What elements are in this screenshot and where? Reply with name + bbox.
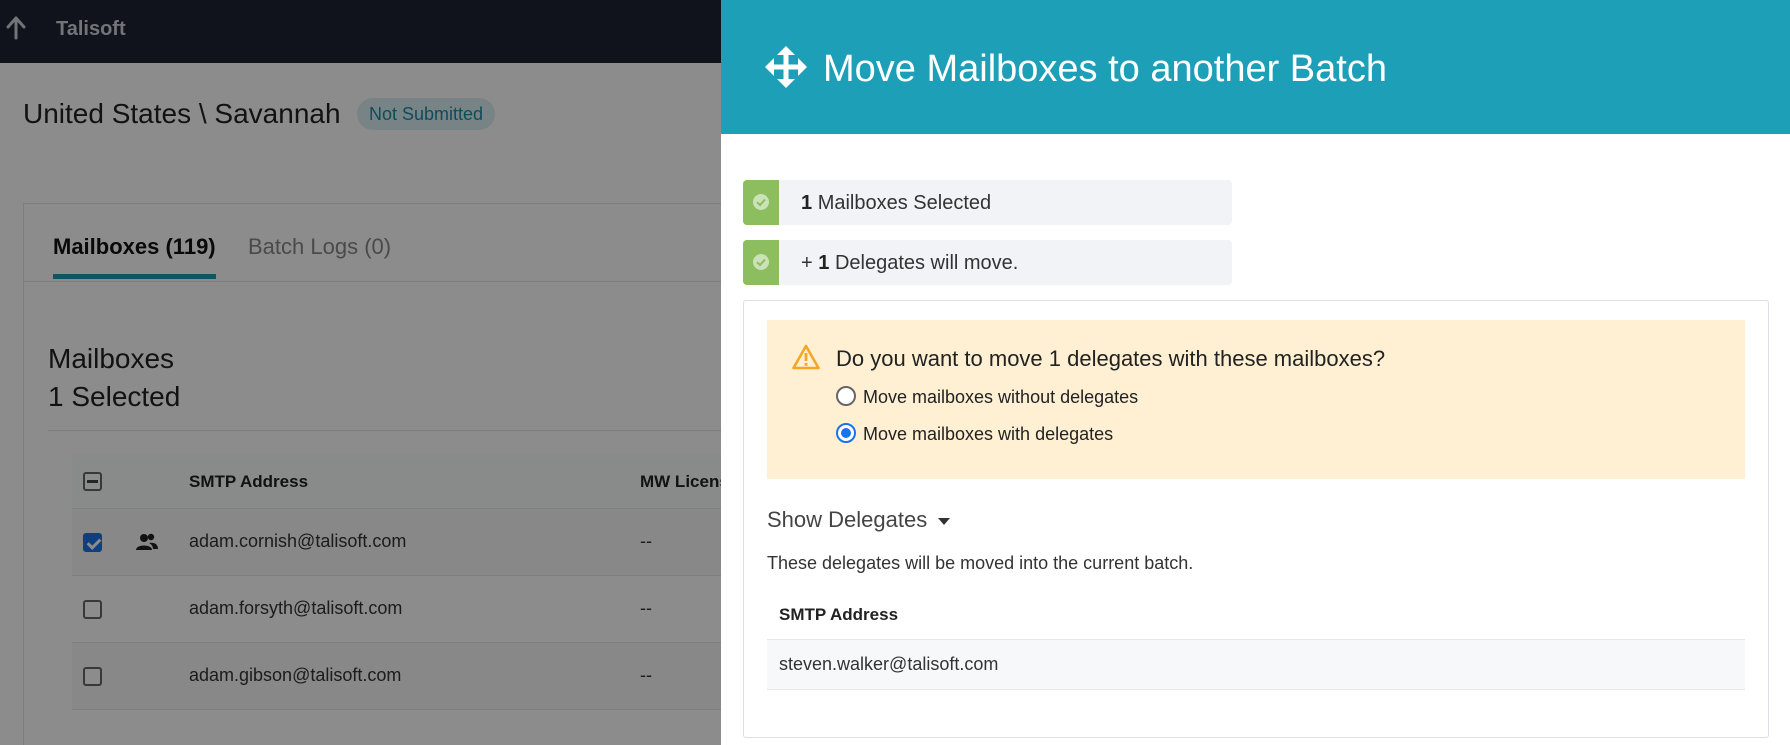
radio-without-delegates[interactable] bbox=[836, 386, 856, 406]
success-indicator bbox=[743, 240, 779, 285]
delegates-question: Do you want to move 1 delegates with the… bbox=[836, 346, 1386, 371]
show-delegates-toggle[interactable]: Show Delegates bbox=[767, 507, 927, 533]
mailboxes-selected-text: 1 Mailboxes Selected bbox=[801, 192, 991, 215]
radio-with-delegates[interactable] bbox=[836, 423, 856, 443]
check-circle-icon bbox=[753, 254, 769, 270]
move-mailboxes-panel: Move Mailboxes to another Batch 1 Mailbo… bbox=[721, 0, 1790, 745]
delegates-table: SMTP Address steven.walker@talisoft.com bbox=[767, 589, 1745, 690]
option-label[interactable]: Move mailboxes with delegates bbox=[863, 424, 1113, 445]
success-indicator bbox=[743, 180, 779, 225]
delegates-options-box: Do you want to move 1 delegates with the… bbox=[743, 300, 1769, 738]
delegates-warning: Do you want to move 1 delegates with the… bbox=[767, 320, 1745, 479]
mailboxes-selected-count: 1 bbox=[801, 192, 813, 214]
column-header-smtp: SMTP Address bbox=[779, 605, 899, 624]
delegates-count: 1 bbox=[818, 252, 830, 274]
delegates-move-bar: + 1 Delegates will move. bbox=[743, 240, 1232, 285]
table-header: SMTP Address bbox=[767, 589, 1745, 640]
panel-header: Move Mailboxes to another Batch bbox=[721, 0, 1790, 134]
option-label[interactable]: Move mailboxes without delegates bbox=[863, 387, 1138, 408]
mailboxes-selected-bar: 1 Mailboxes Selected bbox=[743, 180, 1232, 225]
check-circle-icon bbox=[753, 194, 769, 210]
delegate-smtp-cell: steven.walker@talisoft.com bbox=[779, 654, 999, 674]
delegates-move-label: Delegates will move. bbox=[834, 252, 1019, 274]
caret-down-icon[interactable] bbox=[938, 518, 950, 525]
warning-icon bbox=[792, 344, 820, 370]
delegates-move-text: + 1 Delegates will move. bbox=[801, 252, 1018, 275]
table-row: steven.walker@talisoft.com bbox=[767, 640, 1745, 690]
mailboxes-selected-label: Mailboxes Selected bbox=[817, 192, 992, 214]
delegates-description: These delegates will be moved into the c… bbox=[767, 553, 1194, 573]
move-icon bbox=[765, 46, 807, 88]
delegates-prefix: + bbox=[801, 252, 813, 274]
panel-title: Move Mailboxes to another Batch bbox=[823, 48, 1387, 90]
